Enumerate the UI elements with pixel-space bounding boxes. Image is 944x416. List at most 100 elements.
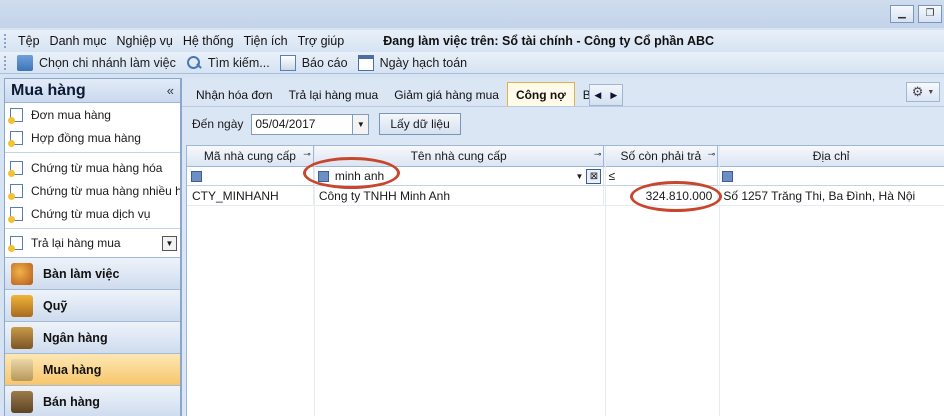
grid-column-line [719, 146, 720, 416]
filter-icon [191, 170, 202, 182]
bank-icon [11, 326, 33, 349]
sidebar-divider [5, 152, 180, 153]
tab-next-truncated[interactable]: B [575, 84, 589, 106]
accounting-date-button[interactable]: Ngày hạch toán [354, 54, 474, 71]
sidebar-combo-value: Trả lại hàng mua [31, 236, 121, 250]
search-label: Tìm kiếm... [207, 55, 270, 70]
menu-operations[interactable]: Nghiệp vụ [112, 34, 178, 48]
title-bar: ▁ ❐ [0, 0, 944, 28]
search-button[interactable]: Tìm kiếm... [182, 55, 276, 71]
table-row[interactable]: CTY_MINHANH Công ty TNHH Minh Anh 324.81… [187, 186, 944, 206]
pin-icon[interactable]: ⊸ [708, 149, 716, 160]
sidebar-item-service-voucher[interactable]: Chứng từ mua dịch vụ [5, 202, 180, 225]
date-label: Đến ngày [192, 117, 244, 131]
tab-scroll: ◀ ▶ [588, 84, 623, 106]
grid-column-line [314, 146, 315, 416]
grid-header: Mã nhà cung cấp ⊸ Tên nhà cung cấp ⊸ Số … [187, 146, 944, 167]
choose-branch-button[interactable]: Chọn chi nhánh làm việc [13, 54, 182, 71]
toolbar: Chọn chi nhánh làm việc Tìm kiếm... Báo … [0, 52, 944, 74]
cell-code[interactable]: CTY_MINHANH [187, 186, 314, 205]
sidebar: Mua hàng « Đơn mua hàng Hợp đồng mua hàn… [4, 78, 181, 416]
column-header-name[interactable]: Tên nhà cung cấp ⊸ [314, 146, 605, 166]
chevron-down-icon[interactable]: ▼ [572, 172, 586, 181]
column-header-label: Số còn phải trả [620, 149, 702, 163]
restore-button[interactable]: ❐ [918, 5, 942, 23]
grid-column-line [605, 146, 606, 416]
column-header-label: Mã nhà cung cấp [203, 149, 296, 163]
column-header-address[interactable]: Địa chỉ [718, 146, 944, 166]
module-purchase[interactable]: Mua hàng [5, 353, 180, 385]
grip-icon[interactable] [4, 55, 7, 70]
cash-icon [11, 294, 33, 317]
collapse-icon[interactable]: « [167, 83, 174, 98]
filter-code-cell[interactable] [187, 167, 314, 185]
chevron-right-icon[interactable]: ▶ [606, 90, 622, 101]
chevron-down-icon[interactable]: ▼ [162, 235, 177, 251]
date-field[interactable]: 05/04/2017 ▼ [251, 113, 370, 135]
tab-strip: Nhận hóa đơn Trả lại hàng mua Giảm giá h… [188, 82, 623, 106]
sidebar-item-label: Đơn mua hàng [31, 107, 111, 122]
clear-filter-icon[interactable]: ⊠ [586, 168, 602, 184]
cell-name[interactable]: Công ty TNHH Minh Anh [314, 186, 605, 205]
document-icon [8, 236, 23, 252]
sidebar-item-purchase-contract[interactable]: Hợp đồng mua hàng [5, 126, 180, 149]
cell-amount[interactable]: 324.810.000 [604, 186, 719, 205]
sidebar-more-combo[interactable]: Trả lại hàng mua ▼ [5, 232, 180, 254]
filter-icon [317, 170, 329, 182]
date-value: 05/04/2017 [255, 117, 316, 131]
sidebar-item-label: Chứng từ mua dịch vụ [31, 206, 151, 221]
tab-payables[interactable]: Công nợ [506, 82, 575, 106]
report-button[interactable]: Báo cáo [276, 54, 354, 71]
module-label: Quỹ [43, 298, 68, 313]
module-label: Ngân hàng [43, 330, 108, 345]
filter-address-cell[interactable] [718, 167, 944, 185]
sidebar-item-label: Hợp đồng mua hàng [31, 130, 141, 145]
chevron-left-icon[interactable]: ◀ [590, 90, 606, 101]
grip-icon[interactable] [4, 34, 7, 48]
document-icon [8, 107, 23, 124]
main-panel: Nhận hóa đơn Trả lại hàng mua Giảm giá h… [181, 78, 944, 416]
menu-help[interactable]: Trợ giúp [293, 34, 350, 48]
menu-system[interactable]: Hệ thống [178, 34, 239, 48]
sidebar-divider [5, 228, 180, 229]
load-data-button[interactable]: Lấy dữ liệu [379, 113, 461, 135]
pin-icon[interactable]: ⊸ [594, 149, 602, 160]
menu-utilities[interactable]: Tiện ích [239, 34, 293, 48]
sidebar-item-goods-voucher[interactable]: Chứng từ mua hàng hóa [5, 156, 180, 179]
accounting-date-label: Ngày hạch toán [379, 55, 468, 70]
module-desktop[interactable]: Bàn làm việc [5, 257, 180, 289]
module-label: Bàn làm việc [43, 266, 120, 281]
tab-invoice-receipt[interactable]: Nhận hóa đơn [188, 84, 281, 106]
tab-purchase-discount[interactable]: Giảm giá hàng mua [386, 84, 507, 106]
module-bank[interactable]: Ngân hàng [5, 321, 180, 353]
menu-catalog[interactable]: Danh mục [45, 34, 112, 48]
date-filter-bar: Đến ngày 05/04/2017 ▼ Lấy dữ liệu [192, 112, 461, 136]
minimize-button[interactable]: ▁ [890, 5, 914, 23]
filter-amount-cell[interactable]: ≤ [604, 167, 719, 185]
chevron-down-icon[interactable]: ▼ [352, 114, 369, 134]
cell-address[interactable]: Số 1257 Trăng Thi, Ba Đình, Hà Nội [718, 186, 944, 205]
sales-icon [11, 390, 33, 413]
column-header-code[interactable]: Mã nhà cung cấp ⊸ [187, 146, 314, 166]
sidebar-header: Mua hàng « [5, 79, 180, 103]
column-header-amount[interactable]: Số còn phải trả ⊸ [604, 146, 719, 166]
filter-name-cell[interactable]: minh anh ▼ ⊠ [314, 167, 605, 185]
pin-icon[interactable]: ⊸ [303, 149, 311, 160]
tab-purchase-return[interactable]: Trả lại hàng mua [281, 84, 387, 106]
report-label: Báo cáo [301, 55, 348, 70]
calendar-icon [357, 54, 374, 71]
sidebar-item-purchase-order[interactable]: Đơn mua hàng [5, 103, 180, 126]
module-sales[interactable]: Bán hàng [5, 385, 180, 416]
menu-file[interactable]: Tệp [13, 34, 45, 48]
document-icon [8, 183, 23, 200]
grid-filter-row: minh anh ▼ ⊠ ≤ [187, 167, 944, 186]
sidebar-item-multi-voucher[interactable]: Chứng từ mua hàng nhiều h... [5, 179, 180, 202]
gear-icon: ⚙ [911, 84, 924, 99]
module-label: Mua hàng [43, 362, 102, 377]
filter-operator[interactable]: ≤ [608, 169, 615, 183]
filter-name-input[interactable]: minh anh ▼ ⊠ [317, 167, 604, 185]
settings-button[interactable]: ⚙ ▼ [906, 82, 940, 102]
document-icon [8, 130, 23, 147]
module-cash[interactable]: Quỹ [5, 289, 180, 321]
column-header-label: Địa chỉ [812, 149, 850, 163]
